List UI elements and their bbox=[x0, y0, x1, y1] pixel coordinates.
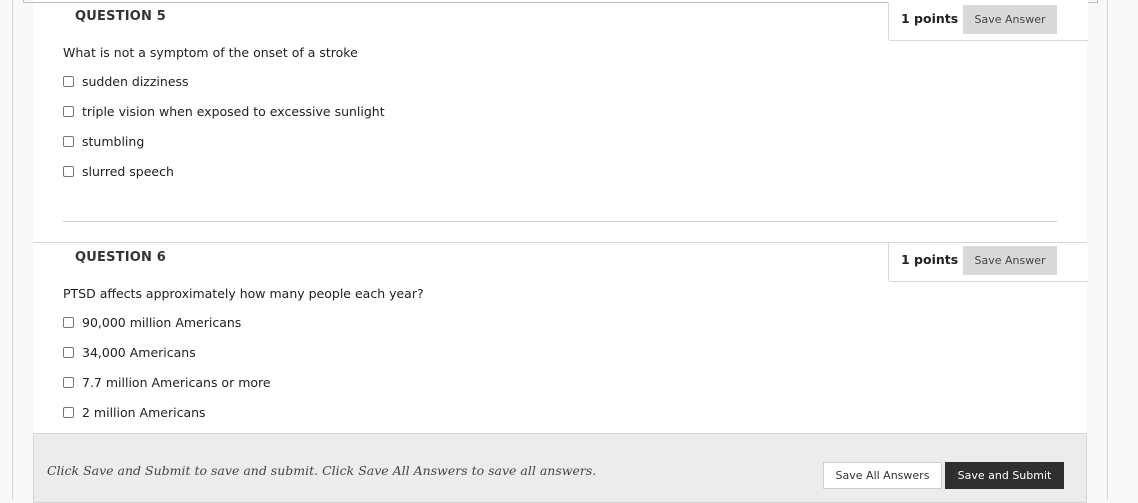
checkbox[interactable] bbox=[63, 377, 74, 388]
points-box: 1 points Save Answer bbox=[888, 2, 1088, 41]
choice-label: 7.7 million Americans or more bbox=[82, 375, 271, 390]
checkbox[interactable] bbox=[63, 407, 74, 418]
checkbox[interactable] bbox=[63, 317, 74, 328]
checkbox[interactable] bbox=[63, 76, 74, 87]
checkbox[interactable] bbox=[63, 106, 74, 117]
answer-choice[interactable]: 7.7 million Americans or more bbox=[63, 375, 271, 390]
save-answer-button[interactable]: Save Answer bbox=[963, 5, 1057, 34]
answer-choice[interactable]: 90,000 million Americans bbox=[63, 315, 241, 330]
save-answer-button[interactable]: Save Answer bbox=[963, 246, 1057, 275]
question-divider bbox=[63, 221, 1057, 222]
footer-instructions: Click Save and Submit to save and submit… bbox=[47, 463, 597, 478]
points-value: 1 points bbox=[901, 11, 959, 26]
points-value: 1 points bbox=[901, 252, 959, 267]
checkbox[interactable] bbox=[63, 347, 74, 358]
submission-footer: Click Save and Submit to save and submit… bbox=[33, 433, 1087, 503]
save-and-submit-button[interactable]: Save and Submit bbox=[945, 462, 1064, 489]
checkbox[interactable] bbox=[63, 166, 74, 177]
answer-choice[interactable]: slurred speech bbox=[63, 164, 174, 179]
answer-choice[interactable]: 34,000 Americans bbox=[63, 345, 196, 360]
left-gutter-line bbox=[12, 0, 13, 500]
choice-label: triple vision when exposed to excessive … bbox=[82, 104, 385, 119]
choice-label: slurred speech bbox=[82, 164, 174, 179]
choice-label: 34,000 Americans bbox=[82, 345, 196, 360]
question-title: QUESTION 6 bbox=[75, 250, 167, 265]
right-gutter-line bbox=[1107, 0, 1108, 500]
question-title: QUESTION 5 bbox=[75, 9, 167, 24]
answer-choice[interactable]: sudden dizziness bbox=[63, 74, 189, 89]
answer-choice[interactable]: 2 million Americans bbox=[63, 405, 206, 420]
points-box: 1 points Save Answer bbox=[888, 243, 1088, 282]
answer-choice[interactable]: stumbling bbox=[63, 134, 144, 149]
choice-label: stumbling bbox=[82, 134, 145, 149]
question-text: PTSD affects approximately how many peop… bbox=[63, 286, 424, 301]
choice-label: sudden dizziness bbox=[82, 74, 189, 89]
question-text: What is not a symptom of the onset of a … bbox=[63, 45, 358, 60]
save-all-answers-button[interactable]: Save All Answers bbox=[823, 462, 942, 489]
checkbox[interactable] bbox=[63, 136, 74, 147]
choice-label: 2 million Americans bbox=[82, 405, 206, 420]
answer-choice[interactable]: triple vision when exposed to excessive … bbox=[63, 104, 385, 119]
choice-label: 90,000 million Americans bbox=[82, 315, 242, 330]
